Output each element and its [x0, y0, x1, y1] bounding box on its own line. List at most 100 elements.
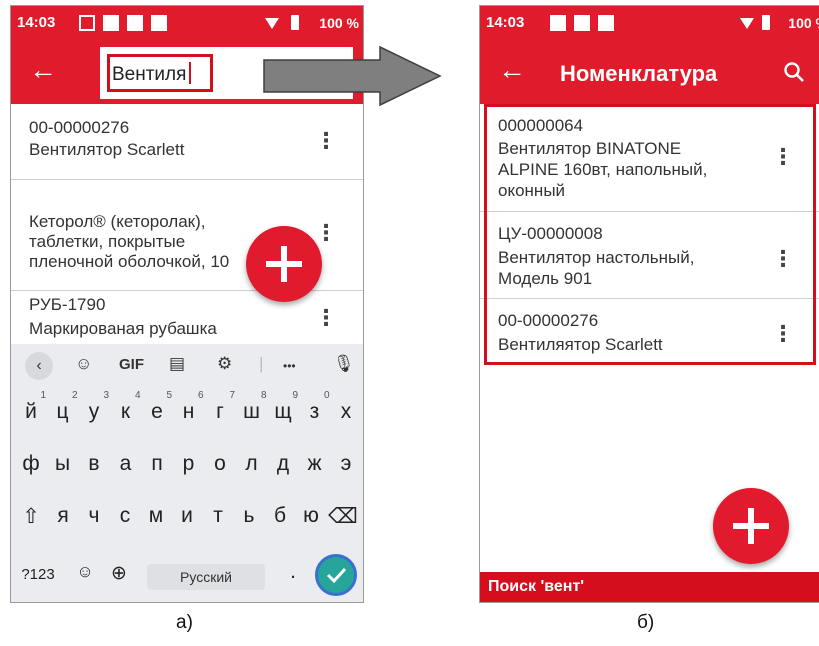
letter-key[interactable]: д: [267, 452, 299, 476]
notification-icon: [598, 15, 614, 31]
numbers-key[interactable]: ?123: [15, 566, 61, 583]
back-arrow-icon[interactable]: ←: [498, 56, 526, 84]
text-cursor: [189, 62, 192, 84]
wifi-icon: [740, 18, 754, 29]
letter-key[interactable]: р: [173, 452, 205, 476]
letter-key[interactable]: у3: [78, 390, 110, 424]
notification-icon: [550, 15, 566, 31]
clipboard-icon[interactable]: ▤: [169, 354, 185, 374]
status-bar: 14:03 100 %: [11, 6, 363, 42]
add-button[interactable]: [713, 488, 789, 564]
letter-key[interactable]: э: [330, 452, 362, 476]
space-key[interactable]: Русский: [147, 564, 265, 590]
letter-key[interactable]: к4: [110, 390, 142, 424]
shift-key[interactable]: ⇧: [15, 504, 47, 529]
letter-key[interactable]: и: [171, 504, 203, 528]
notification-icon: [574, 15, 590, 31]
add-button[interactable]: [246, 226, 322, 302]
battery-level: 100 %: [319, 15, 359, 31]
letter-key[interactable]: х: [330, 400, 362, 424]
app-bar: ← Номенклатура: [480, 42, 819, 104]
battery-icon: [762, 15, 770, 30]
caption-a: а): [176, 612, 193, 633]
letter-key[interactable]: я: [47, 504, 79, 528]
letter-key[interactable]: ч: [78, 504, 110, 528]
backspace-key[interactable]: ⌫: [327, 504, 359, 529]
enter-check-key[interactable]: [315, 554, 357, 596]
search-status-bar: Поиск 'вент': [480, 572, 819, 602]
search-results-highlight: [484, 104, 816, 365]
phone-screen-b: 14:03 100 % ← Номенклатура 000000064 Вен…: [479, 5, 819, 603]
letter-key[interactable]: й1: [15, 390, 47, 424]
letter-key[interactable]: в: [78, 452, 110, 476]
microphone-icon[interactable]: 🎙: [333, 354, 355, 374]
notification-icon: [127, 15, 143, 31]
gif-button[interactable]: GIF: [119, 356, 144, 373]
more-vert-icon[interactable]: ⋮: [315, 128, 337, 154]
caption-b: б): [637, 612, 655, 633]
letter-key[interactable]: а: [110, 452, 142, 476]
item-name-line: таблетки, покрытые: [29, 232, 186, 251]
list-item[interactable]: 00-00000276 Вентилятор Scarlett ⋮: [11, 104, 363, 180]
gallery-icon: [79, 15, 95, 31]
key-hint: 2: [71, 390, 78, 401]
key-hint: 5: [166, 390, 172, 401]
letter-key[interactable]: о: [204, 452, 236, 476]
check-icon: [326, 567, 347, 584]
key-hint: 3: [103, 390, 109, 401]
key-hint: 7: [229, 390, 235, 401]
emoji-key[interactable]: ☺: [69, 562, 101, 582]
letter-key[interactable]: с: [109, 504, 141, 528]
status-time: 14:03: [486, 14, 525, 31]
battery-icon: [291, 15, 299, 30]
keyboard-toolbar: ‹ ☺ GIF ▤ ⚙ | ••• 🎙: [11, 344, 363, 390]
notification-icon: [103, 15, 119, 31]
collapse-toolbar-button[interactable]: ‹: [25, 352, 53, 380]
letter-key[interactable]: ю: [295, 504, 327, 528]
letter-key[interactable]: ы: [47, 452, 79, 476]
notification-icon: [151, 15, 167, 31]
key-hint: 0: [323, 390, 330, 401]
period-key[interactable]: .: [277, 560, 309, 584]
item-name-line: пленочной оболочкой, 10: [29, 252, 230, 271]
more-vert-icon[interactable]: ⋮: [315, 220, 337, 246]
letter-key[interactable]: з0: [299, 390, 331, 424]
letter-key[interactable]: м: [140, 504, 172, 528]
letter-key[interactable]: п: [141, 452, 173, 476]
keyboard: й1ц2у3к4е5н6г7ш8щ9з0х фывапролджэ ⇧ ⌫ яч…: [11, 390, 363, 602]
letter-key[interactable]: н6: [173, 390, 205, 424]
keyboard-row-4: ?123 ☺ ⊕ Русский .: [11, 546, 363, 598]
letter-key[interactable]: б: [264, 504, 296, 528]
language-globe-icon[interactable]: ⊕: [103, 562, 135, 585]
back-arrow-icon[interactable]: ←: [29, 56, 57, 84]
letter-key[interactable]: г7: [204, 390, 236, 424]
letter-key[interactable]: ш8: [236, 390, 268, 424]
more-vert-icon[interactable]: ⋮: [315, 305, 337, 331]
item-code: РУБ-1790: [29, 295, 106, 314]
status-bar: 14:03 100 %: [480, 6, 819, 42]
letter-key[interactable]: е5: [141, 390, 173, 424]
letter-key[interactable]: л: [236, 452, 268, 476]
battery-level: 100 %: [788, 15, 819, 31]
letter-key[interactable]: т: [202, 504, 234, 528]
status-time: 14:03: [17, 14, 56, 31]
search-icon[interactable]: [782, 60, 806, 84]
key-hint: 4: [134, 390, 141, 401]
keyboard-row-1: й1ц2у3к4е5н6г7ш8щ9з0х: [11, 390, 363, 442]
letter-key[interactable]: ж: [299, 452, 331, 476]
key-hint: 1: [40, 390, 46, 401]
list-item[interactable]: РУБ-1790 Маркированая рубашка ⋮: [11, 291, 363, 344]
transition-arrow-icon: [263, 45, 442, 107]
item-code: 00-00000276: [29, 118, 130, 137]
more-icon[interactable]: •••: [283, 359, 296, 373]
search-input-value: Вентиля: [112, 64, 187, 85]
key-hint: 6: [197, 390, 204, 401]
settings-icon[interactable]: ⚙: [217, 354, 232, 374]
letter-key[interactable]: щ9: [267, 390, 299, 424]
page-title: Номенклатура: [560, 61, 718, 86]
letter-key[interactable]: ф: [15, 452, 47, 476]
letter-key[interactable]: ь: [233, 504, 265, 528]
letter-key[interactable]: ц2: [47, 390, 79, 424]
keyboard-row-3: ⇧ ⌫ ячсмитьбю: [11, 494, 363, 546]
sticker-icon[interactable]: ☺: [75, 354, 92, 374]
